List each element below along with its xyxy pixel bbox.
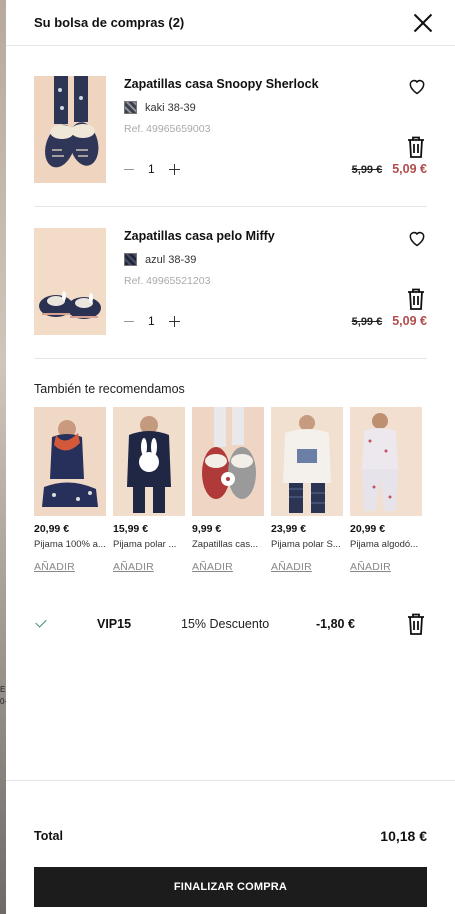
minus-icon[interactable]: [124, 168, 134, 170]
promo-code: VIP15: [97, 617, 132, 631]
trash-icon[interactable]: [407, 136, 425, 158]
promo-code-row: VIP15 15% Descuento -1,80 €: [34, 612, 427, 636]
product-image[interactable]: [271, 407, 343, 516]
product-image[interactable]: [34, 407, 106, 516]
original-price: 5,99 €: [351, 316, 383, 328]
total-value: 10,18 €: [380, 828, 427, 844]
product-price: 23,99 €: [271, 523, 307, 535]
original-price: 5,99 €: [351, 164, 383, 176]
trash-icon[interactable]: [407, 288, 425, 310]
product-price: 9,99 €: [192, 523, 222, 535]
checkout-button[interactable]: FINALIZAR COMPRA: [34, 867, 427, 907]
cart-item: Zapatillas casa pelo Miffy azul 38-39 Re…: [34, 228, 427, 358]
product-image[interactable]: [192, 407, 264, 516]
product-name[interactable]: Zapatillas cas...: [192, 539, 264, 550]
minus-icon[interactable]: [124, 320, 134, 322]
total-label: Total: [34, 829, 63, 843]
recommended-product: 15,99 € Pijama polar ... AÑADIR: [113, 407, 185, 575]
sale-price: 5,09 €: [392, 314, 427, 328]
add-to-cart-button[interactable]: AÑADIR: [113, 561, 154, 573]
product-name[interactable]: Pijama algodó...: [350, 539, 422, 550]
color-swatch: [124, 101, 137, 114]
product-ref: Ref. 49965521203: [124, 275, 211, 287]
promo-amount: -1,80 €: [316, 617, 355, 631]
recommended-product: 20,99 € Pijama algodó... AÑADIR: [350, 407, 422, 575]
recommended-product: 9,99 € Zapatillas cas... AÑADIR: [192, 407, 264, 575]
product-price: 15,99 €: [113, 523, 149, 535]
product-name[interactable]: Zapatillas casa pelo Miffy: [124, 229, 275, 243]
product-variant: azul 38-39: [124, 253, 196, 266]
recommendations-carousel: 20,99 € Pijama 100% a... AÑADIR 15,99 € …: [34, 407, 422, 575]
sale-price: 5,09 €: [392, 162, 427, 176]
product-image[interactable]: [34, 228, 106, 335]
product-price: 20,99 €: [350, 523, 386, 535]
price-block: 5,99 € 5,09 €: [352, 162, 427, 176]
quantity-stepper: 1: [124, 162, 180, 176]
recommendations-title: También te recomendamos: [34, 382, 185, 396]
recommended-product: 20,99 € Pijama 100% a... AÑADIR: [34, 407, 106, 575]
plus-icon[interactable]: [168, 315, 180, 327]
product-ref: Ref. 49965659003: [124, 123, 211, 135]
divider: [6, 780, 455, 781]
divider: [34, 358, 427, 359]
product-variant: kaki 38-39: [124, 101, 196, 114]
quantity-value: 1: [148, 162, 155, 176]
product-image[interactable]: [34, 76, 106, 183]
heart-icon[interactable]: [407, 228, 427, 248]
add-to-cart-button[interactable]: AÑADIR: [350, 561, 391, 573]
add-to-cart-button[interactable]: AÑADIR: [34, 561, 75, 573]
plus-icon[interactable]: [168, 163, 180, 175]
product-name[interactable]: Pijama polar ...: [113, 539, 185, 550]
price-block: 5,99 € 5,09 €: [352, 314, 427, 328]
recommended-product: 23,99 € Pijama polar S... AÑADIR: [271, 407, 343, 575]
page-title: Su bolsa de compras (2): [34, 15, 185, 30]
close-icon[interactable]: [413, 13, 433, 33]
heart-icon[interactable]: [407, 76, 427, 96]
divider: [34, 206, 427, 207]
variant-label: kaki 38-39: [145, 101, 196, 114]
color-swatch: [124, 253, 137, 266]
add-to-cart-button[interactable]: AÑADIR: [271, 561, 312, 573]
product-name[interactable]: Zapatillas casa Snoopy Sherlock: [124, 77, 319, 91]
product-name[interactable]: Pijama polar S...: [271, 539, 343, 550]
check-icon: [34, 617, 48, 631]
product-image[interactable]: [350, 407, 422, 516]
add-to-cart-button[interactable]: AÑADIR: [192, 561, 233, 573]
product-name[interactable]: Pijama 100% a...: [34, 539, 106, 550]
panel-header: Su bolsa de compras (2): [6, 0, 455, 46]
quantity-stepper: 1: [124, 314, 180, 328]
product-image[interactable]: [113, 407, 185, 516]
shopping-bag-panel: Su bolsa de compras (2) Zapatillas casa …: [6, 0, 455, 914]
quantity-value: 1: [148, 314, 155, 328]
product-price: 20,99 €: [34, 523, 70, 535]
cart-item: Zapatillas casa Snoopy Sherlock kaki 38-…: [34, 76, 427, 206]
trash-icon[interactable]: [407, 613, 425, 635]
promo-description: 15% Descuento: [181, 617, 270, 631]
variant-label: azul 38-39: [145, 253, 197, 266]
